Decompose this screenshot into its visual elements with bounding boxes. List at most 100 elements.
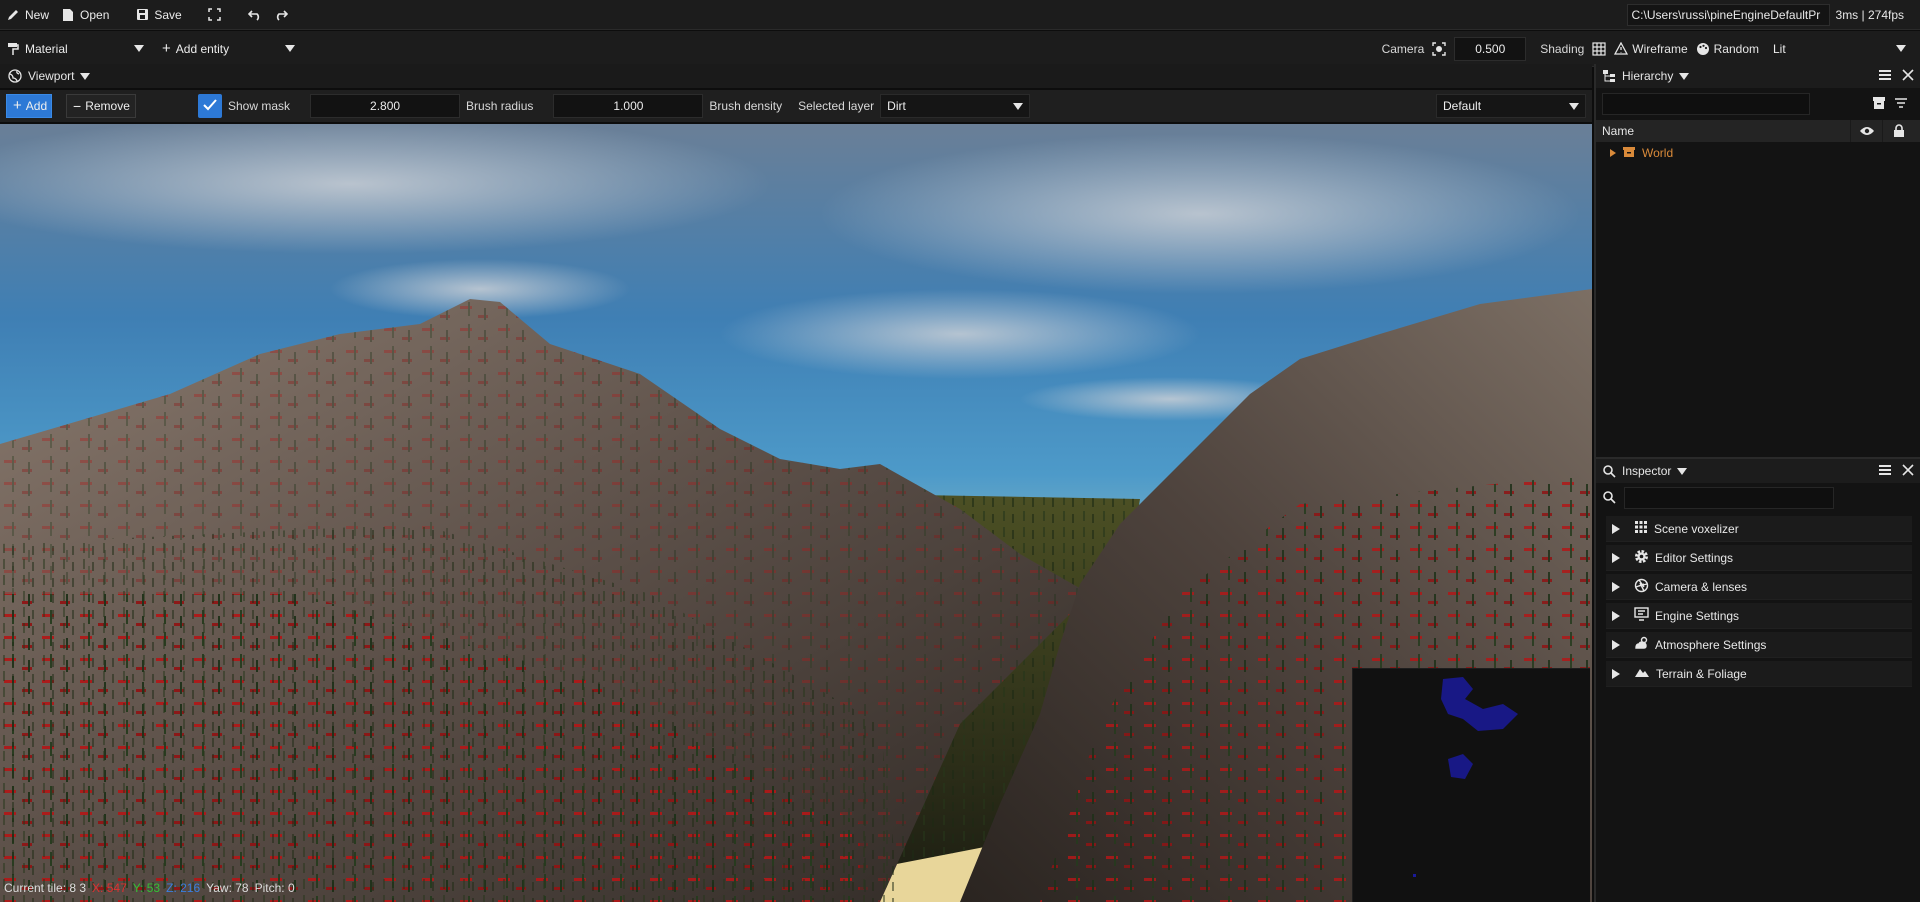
random-toggle[interactable]: Random — [1696, 42, 1759, 56]
chevron-down-icon — [1013, 102, 1024, 110]
inspector-panel: Inspector Scene voxelizer Editor Setting… — [1596, 457, 1920, 902]
section-label: Engine Settings — [1655, 608, 1740, 623]
mode-dropdown[interactable]: Material — [0, 36, 150, 61]
section-label: Editor Settings — [1655, 550, 1734, 565]
new-button[interactable]: New — [0, 3, 55, 27]
minimap[interactable] — [1352, 668, 1590, 902]
hierarchy-icon — [1602, 69, 1616, 83]
new-label: New — [25, 7, 50, 22]
selected-layer-label: Selected layer — [798, 99, 875, 113]
expand-triangle-icon[interactable] — [1610, 149, 1616, 157]
inspector-search-input[interactable] — [1624, 487, 1834, 509]
show-mask-checkbox[interactable] — [198, 94, 222, 118]
chevron-down-icon — [134, 45, 144, 52]
close-icon[interactable] — [1902, 68, 1914, 84]
status-bar: Current tile: 8 3 X: 547 Y: 53 Z: 216 Ya… — [4, 881, 295, 895]
warning-icon — [1614, 42, 1629, 56]
minus-icon: − — [73, 98, 82, 114]
selected-layer-dropdown[interactable]: Dirt — [880, 94, 1031, 118]
chevron-down-icon — [1896, 45, 1906, 52]
monitor-icon — [1634, 607, 1649, 624]
editor-toolbar: Material + Add entity Camera 0.500 Shadi… — [0, 31, 1920, 67]
inspector-title: Inspector — [1622, 464, 1672, 478]
save-button[interactable]: Save — [129, 3, 187, 27]
section-engine-settings[interactable]: Engine Settings — [1606, 603, 1912, 629]
filter-icon[interactable] — [1894, 97, 1908, 112]
current-tile: Current tile: 8 3 — [4, 881, 87, 895]
viewport-tab-label: Viewport — [28, 69, 75, 83]
preset-dropdown[interactable]: Default — [1436, 94, 1586, 118]
file-icon — [61, 8, 75, 22]
focus-icon[interactable] — [1432, 41, 1446, 56]
project-path-field[interactable]: C:\Users\russi\pineEngineDefaultPr — [1626, 3, 1830, 26]
tree-item-world[interactable]: World — [1596, 142, 1920, 164]
brush-density-field[interactable]: 1.000 — [553, 94, 704, 118]
remove-brush-button[interactable]: − Remove — [66, 94, 136, 118]
redo-button[interactable] — [268, 3, 294, 27]
inspector-search-row — [1596, 483, 1920, 513]
grid-icon[interactable] — [1592, 41, 1606, 56]
camera-speed-field[interactable]: 0.500 — [1454, 36, 1527, 61]
menu-icon[interactable] — [1878, 464, 1892, 479]
close-icon[interactable] — [1902, 463, 1914, 479]
expand-triangle-icon — [1612, 639, 1620, 650]
hierarchy-search-row — [1596, 88, 1920, 120]
brush-radius-field[interactable]: 2.800 — [310, 94, 461, 118]
weather-icon — [1634, 636, 1649, 653]
menu-bar: New Open Save C:\Users\russi\pineEngineD… — [0, 0, 1920, 30]
preset-value: Default — [1443, 99, 1482, 113]
mountain-icon — [1634, 666, 1650, 681]
expand-triangle-icon — [1612, 581, 1620, 592]
hierarchy-column-header: Name — [1596, 120, 1920, 142]
save-label: Save — [154, 7, 182, 22]
gear-icon — [1634, 549, 1649, 567]
globe-icon — [8, 69, 22, 83]
coord-y: Y: 53 — [132, 881, 161, 895]
mode-label: Material — [25, 41, 68, 56]
add-brush-button[interactable]: + Add — [6, 94, 52, 118]
menu-icon[interactable] — [1878, 69, 1892, 84]
section-camera-lenses[interactable]: Camera & lenses — [1606, 574, 1912, 600]
show-mask-label: Show mask — [228, 99, 291, 113]
hierarchy-tab[interactable]: Hierarchy — [1596, 64, 1920, 88]
lock-icon[interactable] — [1882, 120, 1914, 142]
tree-item-label: World — [1642, 146, 1674, 160]
coord-x: X: 547 — [92, 881, 127, 895]
lighting-mode-dropdown[interactable]: Lit — [1767, 36, 1912, 61]
expand-triangle-icon — [1612, 523, 1620, 534]
hierarchy-search-input[interactable] — [1602, 93, 1810, 115]
grid-icon — [1634, 520, 1648, 537]
chevron-down-icon[interactable] — [1677, 467, 1688, 475]
open-button[interactable]: Open — [55, 3, 115, 27]
brush-density-label: Brush density — [709, 99, 783, 113]
plus-icon: + — [162, 39, 171, 57]
chevron-down-icon[interactable] — [80, 72, 91, 80]
camera-label: Camera — [1381, 41, 1425, 56]
right-dock: Hierarchy Name World Inspector Scene vox… — [1594, 64, 1920, 902]
redo-icon — [274, 8, 288, 22]
section-label: Atmosphere Settings — [1655, 637, 1767, 652]
inspector-tab[interactable]: Inspector — [1596, 459, 1920, 483]
coord-z: Z: 216 — [166, 881, 201, 895]
section-scene-voxelizer[interactable]: Scene voxelizer — [1606, 516, 1912, 542]
random-label: Random — [1713, 41, 1759, 56]
viewport-tab[interactable]: Viewport — [0, 64, 1592, 88]
viewport-scene[interactable] — [0, 124, 1592, 902]
wireframe-toggle[interactable]: Wireframe — [1614, 42, 1688, 56]
section-atmosphere-settings[interactable]: Atmosphere Settings — [1606, 632, 1912, 658]
undo-icon — [247, 8, 262, 22]
floppy-icon — [135, 8, 149, 22]
undo-button[interactable] — [242, 3, 268, 27]
fullscreen-icon — [208, 8, 222, 22]
expand-triangle-icon — [1612, 552, 1620, 563]
archive-icon[interactable] — [1872, 96, 1886, 113]
palette-icon — [1696, 42, 1710, 56]
visibility-icon[interactable] — [1850, 120, 1882, 142]
fullscreen-button[interactable] — [202, 3, 228, 27]
section-editor-settings[interactable]: Editor Settings — [1606, 545, 1912, 571]
add-entity-dropdown[interactable]: + Add entity — [156, 36, 301, 61]
section-terrain-foliage[interactable]: Terrain & Foliage — [1606, 661, 1912, 687]
camera-pitch: Pitch: 0 — [254, 881, 295, 895]
remove-label: Remove — [85, 99, 130, 113]
chevron-down-icon[interactable] — [1679, 72, 1690, 80]
